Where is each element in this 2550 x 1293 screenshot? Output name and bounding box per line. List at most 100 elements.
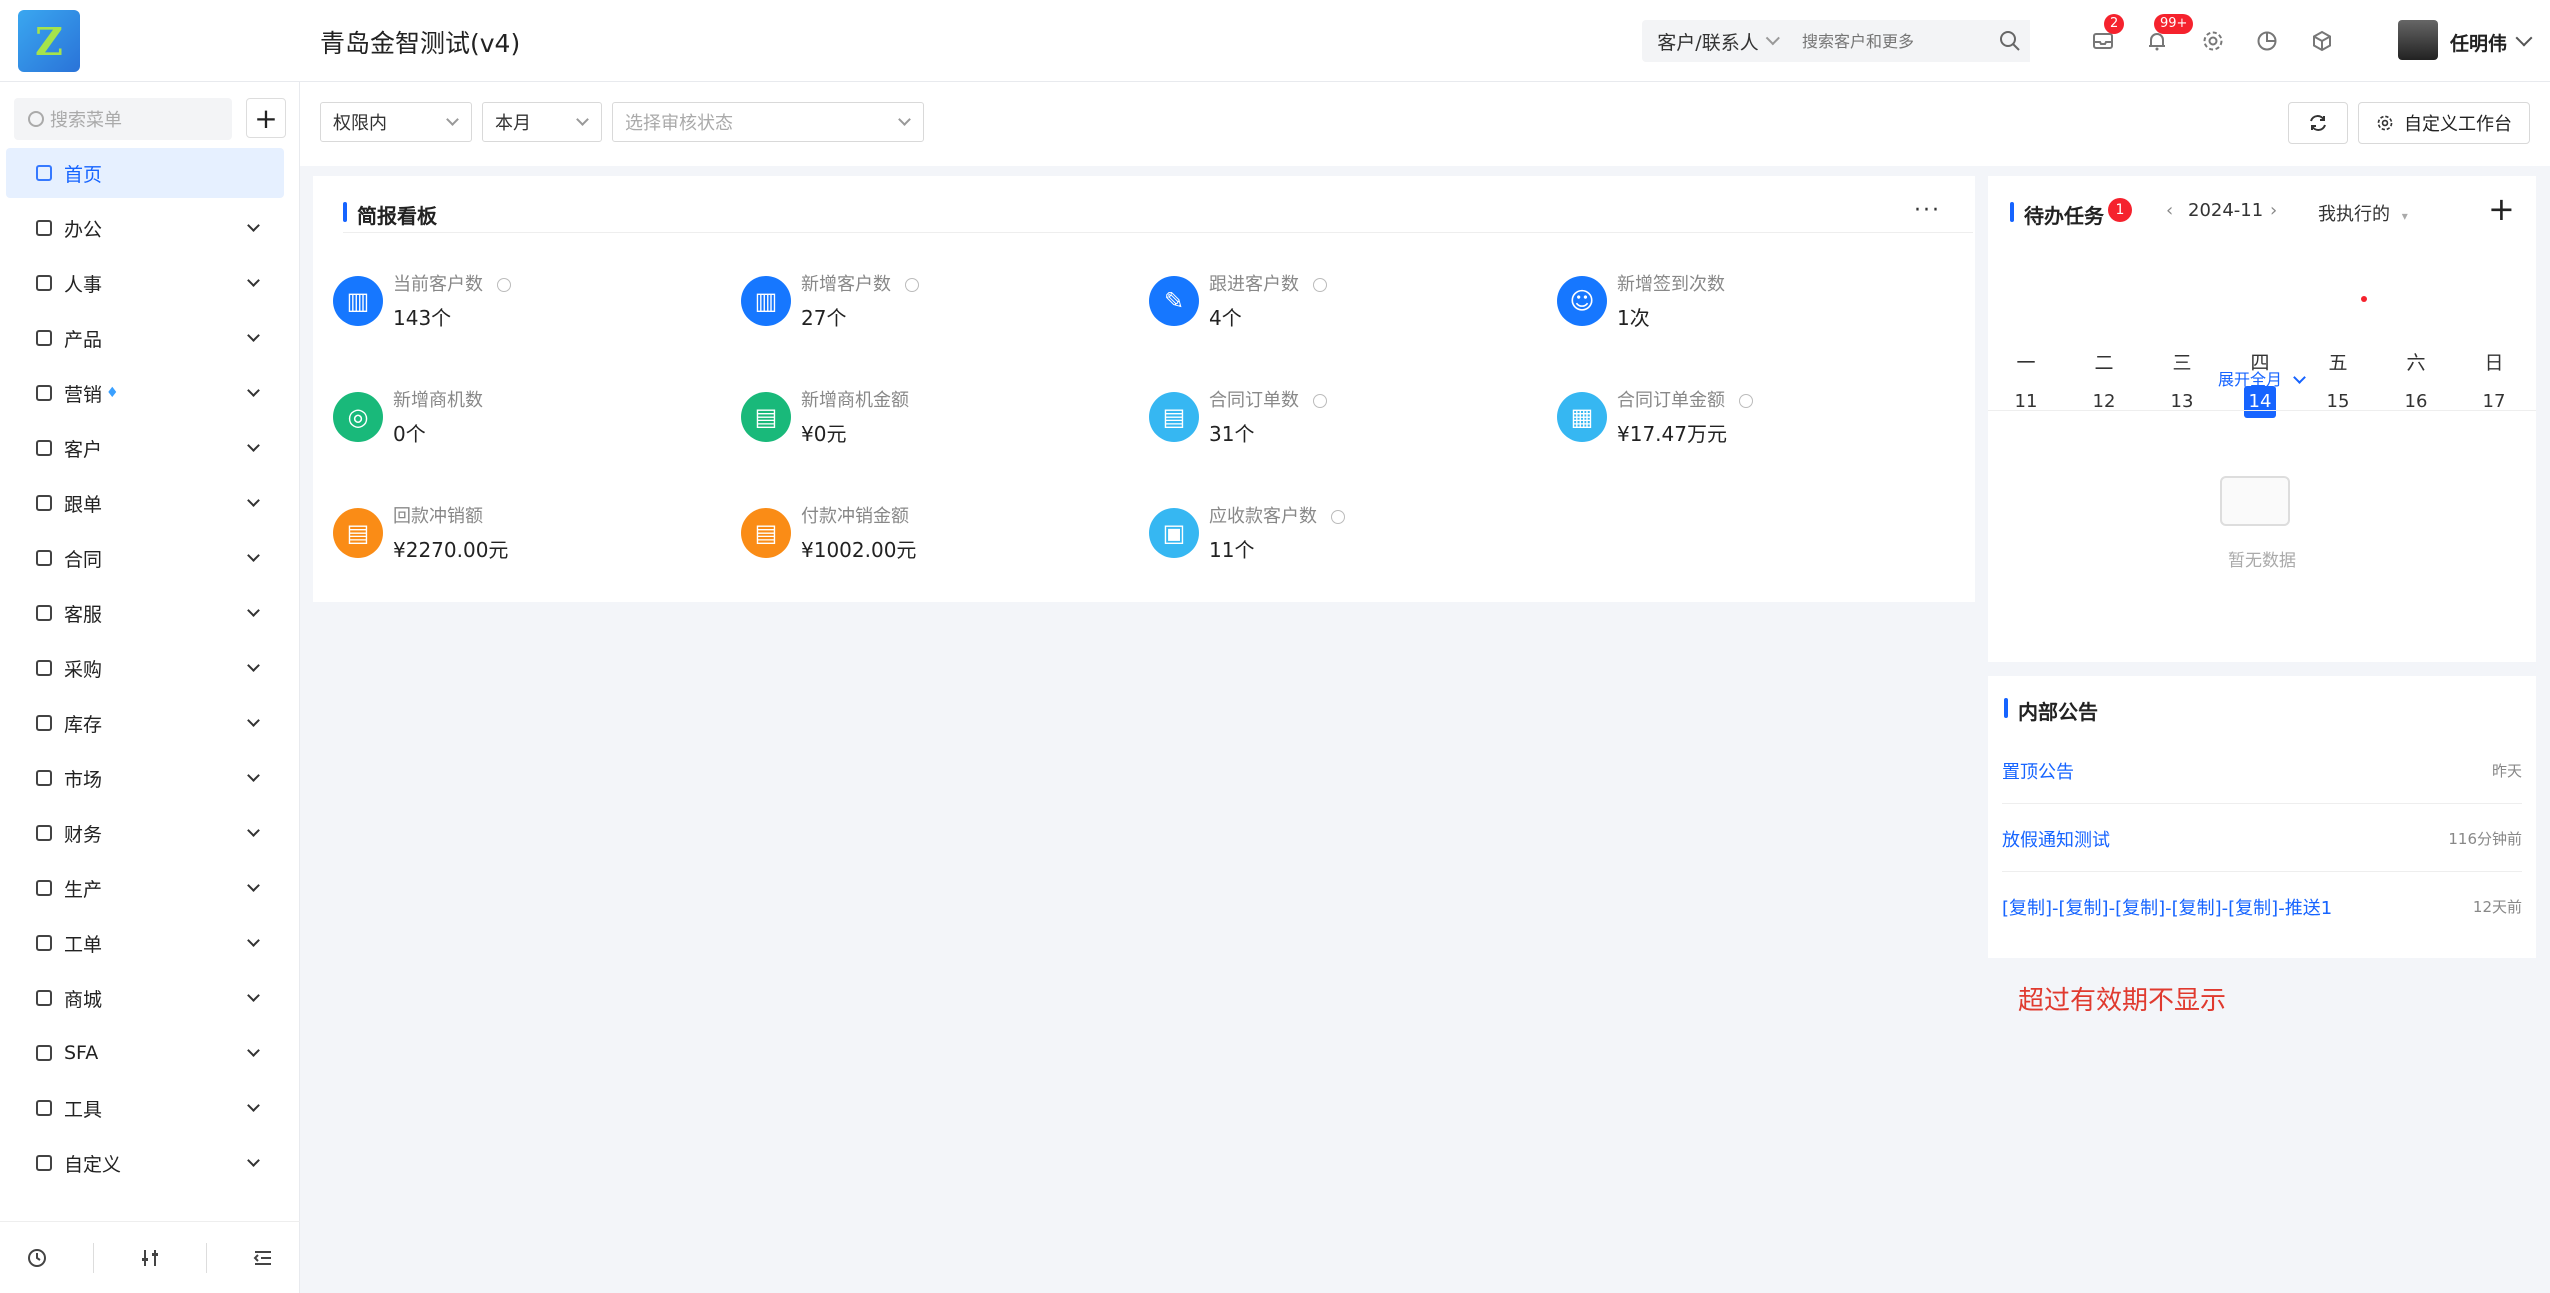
calendar-day[interactable]: 11 [2010, 386, 2042, 418]
search-icon[interactable] [1990, 20, 2030, 62]
cube-icon[interactable] [2305, 24, 2339, 58]
stat-payout-writeoff[interactable]: ▤ 付款冲销金额 ¥1002.00元 [741, 500, 1121, 570]
sidebar-item-sfa[interactable]: SFA [6, 1028, 284, 1078]
sidebar-item-service[interactable]: 客服 [6, 588, 284, 638]
sidebar-item-home[interactable]: 首页 [6, 148, 284, 198]
weekday-label: 六 [2406, 352, 2426, 374]
chevron-down-icon[interactable] [2515, 29, 2533, 47]
doc-icon: ▤ [741, 392, 791, 442]
calendar-day-today[interactable]: 14 [2244, 386, 2276, 418]
clock-icon [905, 278, 919, 292]
calendar-day[interactable]: 12 [2088, 386, 2120, 418]
stat-current-customers[interactable]: ▥ 当前客户数 143个 [333, 268, 713, 338]
stat-value: 31个 [1209, 422, 1255, 446]
search-scope-label: 客户/联系人 [1657, 31, 1759, 54]
collapse-menu-icon[interactable] [246, 1241, 280, 1275]
sidebar-item-follow[interactable]: 跟单 [6, 478, 284, 528]
menu-search-input[interactable]: 搜索菜单 [14, 98, 232, 140]
calendar-day[interactable]: 15 [2322, 386, 2354, 418]
sfa-icon [36, 1045, 52, 1061]
app-logo[interactable]: Z [18, 10, 80, 72]
divider [206, 1242, 208, 1273]
stat-value: ¥1002.00元 [801, 538, 917, 562]
sidebar-item-production[interactable]: 生产 [6, 863, 284, 913]
sidebar-item-contract[interactable]: 合同 [6, 533, 284, 583]
stat-opportunity-amount[interactable]: ▤ 新增商机金额 ¥0元 [741, 384, 1121, 454]
chevron-left-icon[interactable]: ‹ [2166, 200, 2173, 221]
sidebar-item-customer[interactable]: 客户 [6, 423, 284, 473]
notice-item[interactable]: [复制]-[复制]-[复制]-[复制]-[复制]-推送1 12天前 [2002, 872, 2522, 940]
customize-workbench-button[interactable]: 自定义工作台 [2358, 102, 2530, 144]
chevron-down-icon [898, 113, 911, 126]
sidebar-item-office[interactable]: 办公 [6, 203, 284, 253]
stat-value: 27个 [801, 306, 847, 330]
stat-new-checkins[interactable]: ☺ 新增签到次数 1次 [1557, 268, 1937, 338]
period-select[interactable]: 本月 [482, 102, 602, 142]
stat-contract-amount[interactable]: ▦ 合同订单金额 ¥17.47万元 [1557, 384, 1937, 454]
user-name[interactable]: 任明伟 [2450, 29, 2507, 56]
history-icon[interactable] [20, 1241, 54, 1275]
sidebar-item-custom[interactable]: 自定义 [6, 1138, 284, 1188]
calendar-day[interactable]: 17 [2478, 386, 2510, 418]
calendar-month: 2024-11 [2188, 200, 2264, 221]
stat-new-opportunities[interactable]: ◎ 新增商机数 0个 [333, 384, 713, 454]
divider [343, 232, 1973, 233]
stat-followed-customers[interactable]: ✎ 跟进客户数 4个 [1149, 268, 1529, 338]
sidebar-item-ticket[interactable]: 工单 [6, 918, 284, 968]
stat-value: 1次 [1617, 306, 1650, 330]
bell-icon[interactable]: 99+ [2140, 14, 2194, 58]
filter-settings-icon[interactable] [133, 1241, 167, 1275]
team-icon: ☺ [1557, 276, 1607, 326]
calendar-day[interactable]: 16 [2400, 386, 2432, 418]
chevron-down-icon [247, 384, 260, 397]
scope-select-value: 权限内 [333, 113, 387, 134]
expand-month-link[interactable]: 展开全月 [2218, 366, 2306, 390]
avatar[interactable] [2398, 20, 2438, 60]
stat-value: ¥2270.00元 [393, 538, 509, 562]
sidebar-item-mall[interactable]: 商城 [6, 973, 284, 1023]
sidebar-menu: 首页 办公 人事 产品 营销 ♦ 客户 跟单 合同 客服 采购 库存 市场 财务… [6, 148, 284, 1193]
chevron-down-icon [247, 219, 260, 232]
clock-icon [1739, 394, 1753, 408]
add-task-button[interactable]: + [2488, 190, 2515, 228]
stat-contract-orders[interactable]: ▤ 合同订单数 31个 [1149, 384, 1529, 454]
search-scope-select[interactable]: 客户/联系人 [1642, 20, 1790, 62]
sidebar-item-finance[interactable]: 财务 [6, 808, 284, 858]
stat-label: 新增客户数 [801, 274, 891, 295]
chevron-down-icon: ▾ [2401, 209, 2408, 223]
stat-receivable-customers[interactable]: ▣ 应收款客户数 11个 [1149, 500, 1529, 570]
sidebar-item-hr[interactable]: 人事 [6, 258, 284, 308]
sidebar-item-label: 财务 [64, 823, 103, 846]
sidebar-item-inventory[interactable]: 库存 [6, 698, 284, 748]
pie-chart-icon[interactable] [2250, 24, 2284, 58]
chevron-down-icon [247, 769, 260, 782]
chevron-down-icon [1765, 31, 1780, 46]
stat-payment-writeoff[interactable]: ▤ 回款冲销额 ¥2270.00元 [333, 500, 713, 570]
mall-icon [36, 990, 52, 1006]
message-icon[interactable]: 2 [2086, 14, 2125, 58]
stat-value: 0个 [393, 422, 426, 446]
stat-new-customers[interactable]: ▥ 新增客户数 27个 [741, 268, 1121, 338]
notice-item[interactable]: 放假通知测试 116分钟前 [2002, 804, 2522, 872]
sidebar-item-purchase[interactable]: 采购 [6, 643, 284, 693]
add-button[interactable]: + [246, 98, 286, 138]
audit-status-select[interactable]: 选择审核状态 [612, 102, 924, 142]
refresh-button[interactable] [2288, 102, 2348, 144]
chevron-down-icon [247, 824, 260, 837]
stat-label: 应收款客户数 [1209, 506, 1317, 527]
stat-label: 合同订单金额 [1617, 390, 1725, 411]
more-icon[interactable]: ··· [1914, 198, 1941, 223]
scope-select[interactable]: 权限内 [320, 102, 472, 142]
calendar-day[interactable]: 13 [2166, 386, 2198, 418]
notice-item[interactable]: 置顶公告 昨天 [2002, 736, 2522, 804]
sidebar-item-marketing[interactable]: 营销 ♦ [6, 368, 284, 418]
empty-inbox-icon [2220, 476, 2290, 526]
chevron-right-icon[interactable]: › [2270, 200, 2277, 221]
gear-icon[interactable] [2196, 24, 2230, 58]
sidebar-item-label: 自定义 [64, 1153, 122, 1176]
task-filter-select[interactable]: 我执行的 ▾ [2318, 200, 2408, 226]
sidebar-item-tools[interactable]: 工具 [6, 1083, 284, 1133]
chevron-down-icon [247, 714, 260, 727]
sidebar-item-product[interactable]: 产品 [6, 313, 284, 363]
sidebar-item-market[interactable]: 市场 [6, 753, 284, 803]
